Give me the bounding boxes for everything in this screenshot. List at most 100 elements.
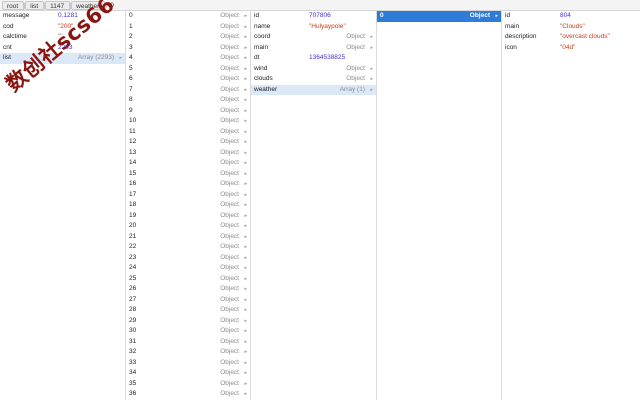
row-type: Object [220, 43, 239, 51]
tree-row[interactable]: 19 Object ▸ [126, 211, 250, 222]
row-key: 31 [129, 337, 137, 345]
row-key: name [254, 22, 271, 30]
expand-arrow-icon: ▸ [244, 254, 247, 261]
tree-row[interactable]: 32 Object ▸ [126, 347, 250, 358]
tree-row[interactable]: 9 Object ▸ [126, 106, 250, 117]
breadcrumb-item[interactable]: 0 [106, 1, 119, 10]
row-key: 8 [129, 96, 133, 103]
tree-row[interactable]: coord Object ▸ [251, 32, 376, 43]
tree-row[interactable]: 26 Object ▸ [126, 284, 250, 295]
expand-arrow-icon: ▸ [244, 233, 247, 240]
tree-row[interactable]: 29 Object ▸ [126, 316, 250, 327]
tree-row[interactable]: 15 Object ▸ [126, 169, 250, 180]
breadcrumb-item[interactable]: weather [71, 0, 109, 11]
tree-row[interactable]: weather Array (1) ▸ [251, 84, 376, 95]
tree-row[interactable]: 36 Object ▸ [126, 389, 250, 400]
tree-row[interactable]: 33 Object ▸ [126, 358, 250, 369]
tree-row[interactable]: list Array (2293) ▸ [0, 53, 125, 64]
tree-row[interactable]: 6 Object ▸ [126, 74, 250, 85]
tree-row[interactable]: 11 Object ▸ [126, 127, 250, 138]
row-key: id [254, 12, 260, 19]
expand-arrow-icon: ▸ [244, 202, 247, 208]
row-type: Object [220, 159, 239, 166]
expand-arrow-icon: ▸ [244, 349, 247, 355]
tree-row[interactable]: 27 Object ▸ [126, 295, 250, 306]
expand-arrow-icon: ▸ [244, 265, 247, 271]
row-value: "04d" [560, 43, 576, 51]
tree-row[interactable]: calctime "" [0, 32, 125, 43]
tree-row[interactable]: 18 Object ▸ [126, 200, 250, 211]
tree-row[interactable]: 16 Object ▸ [126, 179, 250, 190]
tree-row[interactable]: 4 Object ▸ [126, 53, 250, 64]
tree-row[interactable]: 1 Object ▸ [126, 22, 250, 33]
expand-arrow-icon: ▸ [244, 181, 247, 187]
expand-arrow-icon: ▸ [244, 170, 247, 177]
tree-row[interactable]: description "overcast clouds" [502, 32, 640, 43]
tree-row[interactable]: name "Hulyaypole" [251, 22, 376, 33]
breadcrumb-item[interactable]: root [2, 0, 28, 11]
tree-row[interactable]: 2 Object ▸ [126, 32, 250, 43]
tree-row[interactable]: 23 Object ▸ [126, 253, 250, 264]
expand-arrow-icon: ▸ [244, 317, 247, 324]
tree-row[interactable]: 8 Object ▸ [126, 95, 250, 106]
tree-row[interactable]: 0 Object ▸ [377, 11, 501, 22]
expand-arrow-icon: ▸ [370, 76, 373, 82]
expand-arrow-icon: ▸ [244, 107, 247, 114]
expand-arrow-icon: ▸ [370, 86, 373, 93]
tree-row[interactable]: 12 Object ▸ [126, 137, 250, 148]
tree-row[interactable]: cod "200" [0, 22, 125, 33]
row-key: 29 [129, 316, 137, 324]
row-key: 36 [129, 390, 137, 397]
breadcrumb-item[interactable]: list [25, 0, 48, 11]
row-value: "Clouds" [560, 22, 585, 30]
expand-arrow-icon: ▸ [244, 13, 247, 19]
tree-row[interactable]: 28 Object ▸ [126, 305, 250, 316]
tree-row[interactable]: 24 Object ▸ [126, 263, 250, 274]
tree-row[interactable]: main Object ▸ [251, 43, 376, 54]
breadcrumb-item[interactable]: 1147 [45, 0, 74, 11]
row-type: Object [220, 211, 239, 219]
tree-row[interactable]: clouds Object ▸ [251, 74, 376, 85]
expand-arrow-icon: ▸ [244, 391, 247, 397]
tree-row[interactable]: 30 Object ▸ [126, 326, 250, 337]
row-key: calctime [3, 33, 27, 40]
tree-row[interactable]: wind Object ▸ [251, 64, 376, 75]
row-key: 0 [380, 12, 384, 19]
row-key: 10 [129, 117, 137, 124]
tree-row[interactable]: 20 Object ▸ [126, 221, 250, 232]
row-type: Object [220, 337, 239, 345]
expand-arrow-icon: ▸ [244, 44, 247, 51]
tree-row[interactable]: 3 Object ▸ [126, 43, 250, 54]
tree-row[interactable]: main "Clouds" [502, 22, 640, 33]
tree-row[interactable]: 10 Object ▸ [126, 116, 250, 127]
row-value: 2293 [58, 43, 73, 51]
row-value: "Hulyaypole" [309, 22, 346, 30]
tree-row[interactable]: id 804 [502, 11, 640, 22]
row-key: 25 [129, 274, 137, 282]
tree-row[interactable]: 35 Object ▸ [126, 379, 250, 390]
tree-row[interactable]: 25 Object ▸ [126, 274, 250, 285]
row-type: Object [220, 348, 239, 355]
tree-row[interactable]: message 0.1281 [0, 11, 125, 22]
expand-arrow-icon: ▸ [244, 223, 247, 229]
tree-row[interactable]: 17 Object ▸ [126, 190, 250, 201]
expand-arrow-icon: ▸ [244, 55, 247, 61]
row-type: Object [220, 274, 239, 282]
tree-row[interactable]: cnt 2293 [0, 43, 125, 54]
tree-row[interactable]: 0 Object ▸ [126, 11, 250, 22]
tree-row[interactable]: dt 1364538825 [251, 53, 376, 64]
row-key: cnt [3, 43, 12, 51]
expand-arrow-icon: ▸ [244, 118, 247, 124]
tree-row[interactable]: 34 Object ▸ [126, 368, 250, 379]
tree-row[interactable]: 5 Object ▸ [126, 64, 250, 75]
tree-row[interactable]: 13 Object ▸ [126, 148, 250, 159]
tree-row[interactable]: 22 Object ▸ [126, 242, 250, 253]
tree-row[interactable]: icon "04d" [502, 43, 640, 54]
tree-row[interactable]: 14 Object ▸ [126, 158, 250, 169]
row-type: Object [220, 369, 239, 376]
tree-row[interactable]: 21 Object ▸ [126, 232, 250, 243]
tree-row[interactable]: 31 Object ▸ [126, 337, 250, 348]
tree-row[interactable]: 7 Object ▸ [126, 85, 250, 96]
tree-row[interactable]: id 707806 [251, 11, 376, 22]
row-key: 16 [129, 180, 137, 187]
